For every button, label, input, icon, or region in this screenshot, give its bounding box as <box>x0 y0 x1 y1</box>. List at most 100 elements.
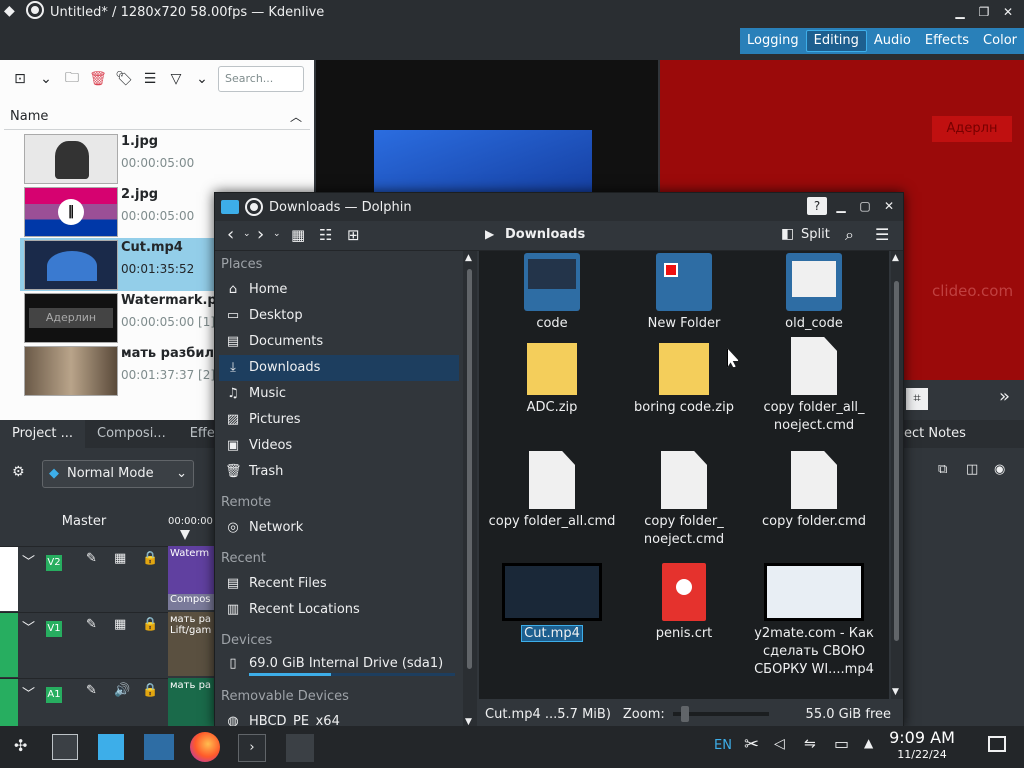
track-v2[interactable]: ﹀ V2 ✎ ▦ 🔒 <box>0 546 168 611</box>
split-button[interactable]: Split <box>801 227 830 242</box>
more-icon[interactable]: » <box>999 386 1010 407</box>
back-icon[interactable]: ‹ <box>227 224 234 245</box>
terminal-icon[interactable]: › <box>238 734 266 762</box>
tree-view-icon[interactable]: ⊞ <box>347 226 360 244</box>
place-network[interactable]: ◎ Network <box>219 515 459 541</box>
file-view[interactable]: code New Folder old_code ADC.zip boring … <box>479 251 889 699</box>
edit-mode-select[interactable]: ◆ Normal Mode ⌄ <box>42 460 194 488</box>
place-downloads[interactable]: ⤓ Downloads <box>219 355 459 381</box>
scroll-up-icon[interactable]: ▲ <box>892 253 899 263</box>
layout-logging[interactable]: Logging <box>740 28 806 54</box>
zoom-slider-handle[interactable] <box>680 706 689 722</box>
file-item[interactable]: code <box>487 253 617 333</box>
scroll-up-icon[interactable]: ▲ <box>465 253 472 263</box>
track-v1[interactable]: ﹀ V1 ✎ ▦ 🔒 <box>0 612 168 677</box>
zoom-slider[interactable] <box>672 706 769 722</box>
timeline-clip[interactable]: Waterm Compos <box>168 546 218 610</box>
speaker-icon[interactable]: 🔊 <box>114 683 130 698</box>
film-icon[interactable]: ▦ <box>114 551 126 566</box>
eye-icon[interactable]: ◉ <box>994 462 1005 477</box>
file-item[interactable]: New Folder <box>619 253 749 333</box>
compositions-icon[interactable]: ⧉ <box>938 462 947 477</box>
file-item[interactable]: copy folder_all.cmd <box>487 451 617 531</box>
tray-expand-icon[interactable]: ▲ <box>864 736 873 750</box>
place-trash[interactable]: 🗑 Trash <box>219 459 459 485</box>
chevron-down-icon[interactable]: ⌄ <box>192 69 212 89</box>
lock-icon[interactable]: 🔒 <box>142 551 158 566</box>
delete-icon[interactable]: 🗑 <box>88 69 108 89</box>
menu-icon[interactable]: ☰ <box>140 69 160 89</box>
split-view-icon[interactable]: ◫ <box>966 462 978 477</box>
place-recent-locations[interactable]: ▥ Recent Locations <box>219 597 459 623</box>
volume-icon[interactable]: ◁ <box>774 736 785 752</box>
effects-wand-icon[interactable]: ✎ <box>86 617 97 632</box>
clock[interactable]: 9:09 AM 11/22/24 <box>882 728 962 762</box>
tab-project[interactable]: Project ... <box>0 420 86 448</box>
lock-icon[interactable]: 🔒 <box>142 683 158 698</box>
layout-audio[interactable]: Audio <box>867 28 918 54</box>
show-desktop-icon[interactable] <box>988 736 1006 752</box>
add-clip-icon[interactable]: ⊡ <box>10 69 30 89</box>
file-item[interactable]: copy folder.cmd <box>749 451 879 531</box>
file-view-scrollbar[interactable]: ▲ ▼ <box>891 251 903 699</box>
split-icon[interactable]: ◧ <box>781 226 794 242</box>
place-home[interactable]: ⌂ Home <box>219 277 459 303</box>
maximize-icon[interactable]: ▢ <box>855 197 875 215</box>
network-icon[interactable]: ▭ <box>834 734 849 753</box>
place-videos[interactable]: ▣ Videos <box>219 433 459 459</box>
file-manager-icon[interactable] <box>98 734 124 760</box>
icons-view-icon[interactable]: ▦ <box>291 226 305 244</box>
track-a1[interactable]: ﹀ A1 ✎ 🔊 🔒 <box>0 678 168 727</box>
effects-wand-icon[interactable]: ✎ <box>86 551 97 566</box>
app-menu-icon[interactable] <box>245 198 263 216</box>
folder-icon[interactable] <box>144 734 174 760</box>
scroll-thumb[interactable] <box>894 281 899 641</box>
search-icon[interactable]: ⌕ <box>845 225 854 245</box>
bin-clip[interactable]: 1.jpg 00:00:05:00 <box>20 132 310 185</box>
place-music[interactable]: ♫ Music <box>219 381 459 407</box>
file-item[interactable]: ADC.zip <box>487 343 617 417</box>
scissors-icon[interactable]: ✂ <box>744 734 759 755</box>
tab-compositions[interactable]: Composi... <box>85 420 178 448</box>
minimize-icon[interactable]: ▁ <box>831 197 851 215</box>
place-desktop[interactable]: ▭ Desktop <box>219 303 459 329</box>
timeline-audio-clip[interactable]: мать ра <box>168 678 218 726</box>
help-icon[interactable]: ? <box>807 197 827 215</box>
lock-icon[interactable]: 🔒 <box>142 617 158 632</box>
app-launcher-icon[interactable]: ✣ <box>14 736 27 755</box>
firefox-icon[interactable] <box>190 732 220 762</box>
place-pictures[interactable]: ▨ Pictures <box>219 407 459 433</box>
layout-effects[interactable]: Effects <box>918 28 976 54</box>
film-icon[interactable]: ▦ <box>114 617 126 632</box>
place-recent-files[interactable]: ▤ Recent Files <box>219 571 459 597</box>
close-icon[interactable]: ✕ <box>998 3 1018 21</box>
place-internal-drive[interactable]: ▯ 69.0 GiB Internal Drive (sda1) <box>219 651 459 677</box>
collapse-icon[interactable]: ﹀ <box>22 617 35 636</box>
file-item[interactable]: penis.crt <box>619 563 749 643</box>
usb-device-icon[interactable]: ⇋ <box>804 736 816 752</box>
new-folder-icon[interactable]: 🗀 <box>62 69 82 89</box>
kdenlive-task-icon[interactable] <box>286 734 314 762</box>
close-icon[interactable]: ✕ <box>879 197 899 215</box>
kdenlive-menu-icon[interactable]: ◆ <box>4 3 15 19</box>
file-item[interactable]: old_code <box>749 253 879 333</box>
effects-wand-icon[interactable]: ✎ <box>86 683 97 698</box>
playhead-icon[interactable] <box>180 530 190 540</box>
crop-icon[interactable]: ⌗ <box>906 388 928 410</box>
chevron-down-icon[interactable]: ⌄ <box>36 69 56 89</box>
filter-icon[interactable]: ▽ <box>166 69 186 89</box>
mixer-icon[interactable] <box>52 734 78 760</box>
chevron-down-icon[interactable]: ⌄ <box>273 229 281 239</box>
timeline-settings-icon[interactable]: ⚙ <box>12 464 25 480</box>
maximize-icon[interactable]: ❐ <box>974 3 994 21</box>
places-scrollbar[interactable]: ▲ ▼ <box>463 251 477 729</box>
chevron-down-icon[interactable]: ⌄ <box>243 229 251 239</box>
forward-icon[interactable]: › <box>257 224 264 245</box>
bin-column-header[interactable]: Name ︿ <box>4 104 310 130</box>
keyboard-layout[interactable]: EN <box>714 738 732 753</box>
scroll-thumb[interactable] <box>467 269 472 669</box>
file-item[interactable]: copy folder_all_ noeject.cmd <box>749 337 879 435</box>
scroll-down-icon[interactable]: ▼ <box>892 687 899 697</box>
composition-clip[interactable]: Compos <box>168 594 218 610</box>
collapse-icon[interactable]: ﹀ <box>22 683 35 702</box>
